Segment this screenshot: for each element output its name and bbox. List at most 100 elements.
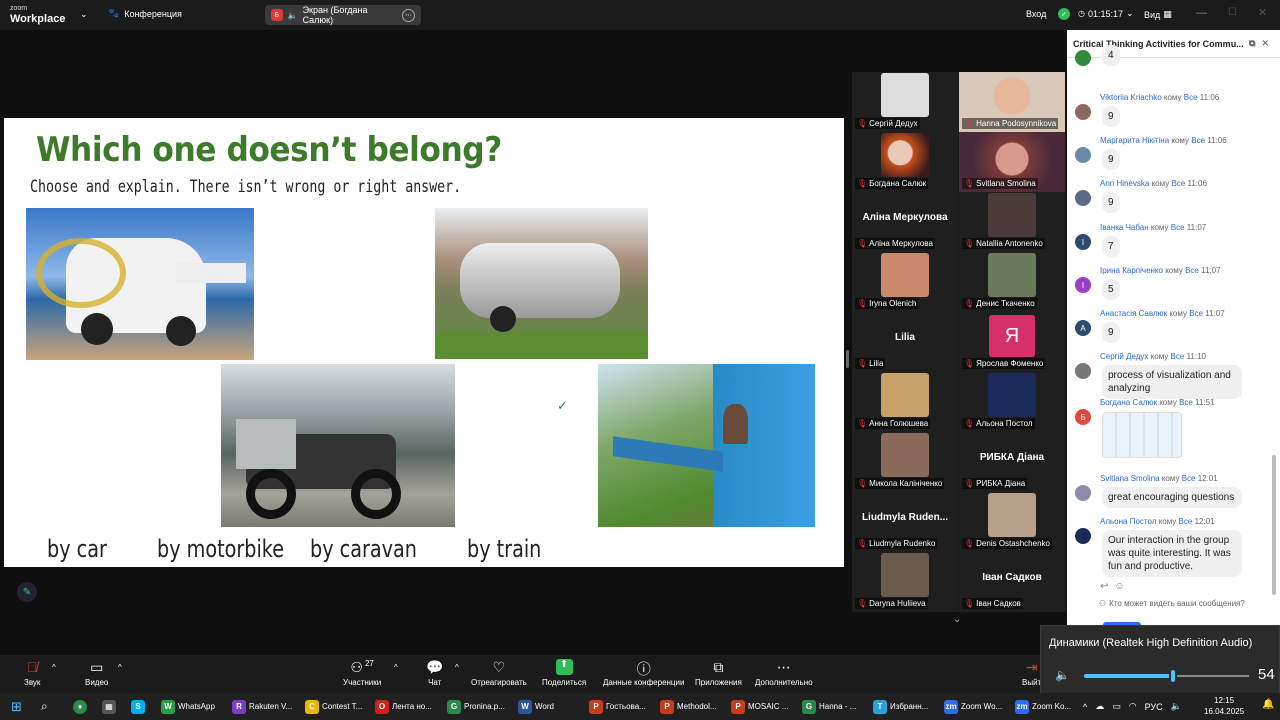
- participant-tile[interactable]: 🎙 Natallia Antonenko: [959, 192, 1065, 252]
- participant-name-label: 🎙 Denis Ostashchenko: [962, 538, 1052, 549]
- apps-button[interactable]: ⧉ Приложения: [695, 659, 742, 687]
- participant-tile[interactable]: РИБКА Діана 🎙 РИБКА Діана: [959, 432, 1065, 492]
- sender-name[interactable]: Сергій Дедух: [1100, 352, 1148, 361]
- sender-name[interactable]: Маргарита Нікітіна: [1100, 136, 1169, 145]
- participant-tile[interactable]: Іван Садков 🎙 Іван Садков: [959, 552, 1065, 612]
- chrome-pinned[interactable]: ●: [70, 696, 90, 717]
- sender-name[interactable]: Svitlana Smolina: [1100, 474, 1160, 483]
- meeting-menu[interactable]: 🐾 Конференция: [108, 8, 182, 19]
- participants-options-caret[interactable]: ^: [394, 663, 398, 672]
- video-options-caret[interactable]: ^: [118, 663, 122, 672]
- taskbar-app[interactable]: G Hanna - ...: [799, 696, 859, 717]
- taskbar-app[interactable]: T Избранн...: [870, 696, 931, 717]
- taskbar-app[interactable]: R Rakuten V...: [229, 696, 295, 717]
- sender-name[interactable]: Альона Постол: [1100, 517, 1156, 526]
- taskbar-app[interactable]: W Word: [515, 696, 557, 717]
- more-button[interactable]: ⋯ Дополнительно: [755, 659, 813, 687]
- calculator-pinned[interactable]: ▦: [99, 696, 119, 717]
- meeting-timer[interactable]: ◷ 01:15:17 ⌄: [1078, 8, 1134, 19]
- sender-avatar: І: [1075, 234, 1091, 250]
- muted-mic-icon: 🎙: [964, 179, 975, 188]
- speaker-volume-icon[interactable]: 🔈: [1055, 668, 1070, 682]
- chat-scrollbar[interactable]: [1272, 455, 1276, 595]
- view-menu[interactable]: Вид ▦: [1144, 9, 1172, 20]
- close-icon[interactable]: ✕: [1258, 6, 1267, 19]
- who-can-see-link[interactable]: ⚇ Кто может видеть ваши сообщения?: [1099, 599, 1245, 608]
- sender-name[interactable]: Viktoriia Kriachko: [1100, 93, 1162, 102]
- sender-name[interactable]: Ірина Карпіченко: [1100, 266, 1163, 275]
- message-bubble: great encouraging questions: [1102, 487, 1242, 508]
- taskbar-app[interactable]: C Contest T...: [302, 696, 365, 717]
- maximize-icon[interactable]: ☐: [1228, 7, 1237, 18]
- close-icon[interactable]: ✕: [1261, 38, 1269, 49]
- chevron-down-icon[interactable]: ⌄: [80, 9, 88, 20]
- zoom-window: zoom Workplace ⌄ 🐾 Конференция Б 🔈 Экран…: [0, 0, 1280, 720]
- sender-avatar: [1075, 363, 1091, 379]
- panel-resize-handle[interactable]: [846, 350, 849, 368]
- share-button[interactable]: ⬆ Поделиться: [542, 659, 586, 687]
- app-label: Zoom Wo...: [961, 702, 1003, 711]
- search-icon: ⌕: [41, 699, 48, 713]
- search-button[interactable]: ⌕: [38, 696, 51, 717]
- sender-name[interactable]: Анастасія Савлюк: [1100, 309, 1167, 318]
- participant-tile[interactable]: Я 🎙 Ярослав Фоменко: [959, 312, 1065, 372]
- chat-options-caret[interactable]: ^: [455, 663, 459, 672]
- participant-tile[interactable]: Аліна Меркулова 🎙 Аліна Меркулова: [852, 192, 958, 252]
- video-button[interactable]: ▭ Видео: [85, 659, 108, 687]
- react-button[interactable]: ♡ Отреагировать: [471, 659, 527, 687]
- clock[interactable]: 12:15 16.04.2025: [1204, 695, 1244, 717]
- screen-share-indicator[interactable]: Б 🔈 Экран (Богдана Салюк) ⋯: [265, 5, 421, 25]
- sender-name[interactable]: Іванка Чабан: [1100, 223, 1149, 232]
- audio-button[interactable]: 🎙̸ Звук: [24, 659, 40, 687]
- participant-tile[interactable]: 🎙 Денис Ткаченко: [959, 252, 1065, 312]
- emoji-icon[interactable]: ☺: [1114, 581, 1124, 592]
- car-photo: [26, 208, 254, 360]
- annotate-pen-icon[interactable]: ✎: [17, 582, 37, 602]
- taskbar-app[interactable]: zm Zoom Wo...: [941, 696, 1005, 717]
- app-label: WhatsApp: [178, 702, 215, 711]
- taskbar-app[interactable]: W WhatsApp: [158, 696, 218, 717]
- meeting-info-button[interactable]: ⓘ Данные конференции: [603, 659, 684, 687]
- taskbar-app[interactable]: zm Zoom Ko...: [1012, 696, 1074, 717]
- taskbar-app[interactable]: G Pronina.p...: [444, 696, 508, 717]
- participant-tile[interactable]: 🎙 Богдана Салюк: [852, 132, 958, 192]
- participant-tile[interactable]: 🎙 Iryna Olenich: [852, 252, 958, 312]
- participant-tile[interactable]: 🎙 Denis Ostashchenko: [959, 492, 1065, 552]
- participant-name-label: 🎙 Liudmyla Rudenko: [855, 538, 938, 549]
- participants-button[interactable]: ⚇ 27 Участники: [343, 659, 381, 687]
- participant-tile[interactable]: 🎙 Альона Постол: [959, 372, 1065, 432]
- sender-name[interactable]: Богдана Салюк: [1100, 398, 1157, 407]
- taskbar-app[interactable]: O Лента но...: [372, 696, 435, 717]
- minimize-icon[interactable]: —: [1196, 7, 1207, 19]
- taskbar-app[interactable]: P Гостьова...: [586, 696, 649, 717]
- gallery-scroll-down-icon[interactable]: ⌄: [953, 614, 961, 625]
- notification-icon[interactable]: 🔔: [1262, 699, 1274, 710]
- participant-tile[interactable]: 🎙 Hanna Podosynnikova: [959, 72, 1065, 132]
- participant-tile[interactable]: Liudmyla Ruden... 🎙 Liudmyla Rudenko: [852, 492, 958, 552]
- chat-button[interactable]: 💬 Чат: [426, 659, 443, 687]
- signin-button[interactable]: Вход: [1026, 9, 1046, 19]
- taskbar-app[interactable]: P Methodol...: [657, 696, 720, 717]
- sender-name[interactable]: Ann Hinevska: [1100, 179, 1149, 188]
- skype-pinned[interactable]: S: [128, 696, 148, 717]
- volume-slider[interactable]: [1084, 668, 1249, 684]
- volume-slider-thumb[interactable]: [1169, 668, 1178, 684]
- participant-tile[interactable]: 🎙 Сергій Дедух: [852, 72, 958, 132]
- audio-options-caret[interactable]: ^: [52, 663, 56, 672]
- popout-icon[interactable]: ⧉: [1249, 38, 1255, 49]
- system-tray[interactable]: ^ ☁ ▭ ◠ РУС 🔈: [1080, 696, 1185, 717]
- participant-tile[interactable]: 🎙 Daryna Huliieva: [852, 552, 958, 612]
- participant-tile[interactable]: 🎙 Svitlana Smolina: [959, 132, 1065, 192]
- sender-avatar: А: [1075, 320, 1091, 336]
- more-options-icon[interactable]: ⋯: [402, 8, 415, 22]
- start-button[interactable]: ⊞: [8, 696, 25, 717]
- participant-tile[interactable]: Lilia 🎙 Lilia: [852, 312, 958, 372]
- leave-button[interactable]: ⇥ Выйт: [1022, 659, 1041, 687]
- participant-tile[interactable]: 🎙 Анна Голюшева: [852, 372, 958, 432]
- muted-mic-icon: 🎙: [857, 479, 868, 488]
- shield-check-icon[interactable]: ✓: [1058, 8, 1070, 20]
- taskbar-app[interactable]: P MOSAIC ...: [728, 696, 791, 717]
- participant-tile[interactable]: 🎙 Микола Калініченко: [852, 432, 958, 492]
- shared-image-thumbnail[interactable]: [1102, 412, 1182, 458]
- reply-icon[interactable]: ↩: [1100, 581, 1108, 592]
